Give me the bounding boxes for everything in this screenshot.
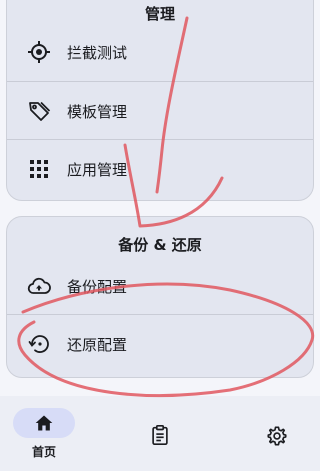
app-management-label: 应用管理	[67, 160, 128, 179]
clipboard-icon	[148, 423, 172, 447]
cloud-upload-icon	[27, 274, 51, 298]
home-icon	[32, 411, 56, 435]
backup-config-label: 备份配置	[67, 277, 128, 296]
intercept-test-label: 拦截测试	[67, 43, 128, 62]
nav-settings[interactable]	[220, 396, 320, 471]
apps-grid-icon	[27, 157, 51, 181]
backup-config-item[interactable]: 备份配置	[7, 257, 313, 315]
template-management-item[interactable]: 模板管理	[7, 82, 313, 140]
nav-home[interactable]: 首页	[0, 396, 100, 471]
restore-config-label: 还原配置	[67, 335, 128, 354]
bottom-navigation-bar: 首页	[0, 396, 320, 471]
crosshair-icon	[27, 40, 51, 64]
backup-restore-card: 备份 & 还原 备份配置 还原配置	[6, 216, 314, 378]
tag-icon	[27, 99, 51, 123]
intercept-test-item[interactable]: 拦截测试	[7, 23, 313, 81]
nav-log[interactable]	[110, 396, 210, 471]
gear-icon	[265, 424, 289, 448]
restore-icon	[27, 332, 51, 356]
backup-restore-section-title: 备份 & 还原	[118, 236, 202, 254]
restore-config-item[interactable]: 还原配置	[7, 315, 313, 373]
management-section-title: 管理	[144, 5, 175, 23]
template-management-label: 模板管理	[67, 102, 128, 121]
management-card: 管理 拦截测试 模板管理 应用管理	[6, 0, 314, 201]
app-management-item[interactable]: 应用管理	[7, 140, 313, 198]
nav-home-label: 首页	[31, 445, 56, 459]
